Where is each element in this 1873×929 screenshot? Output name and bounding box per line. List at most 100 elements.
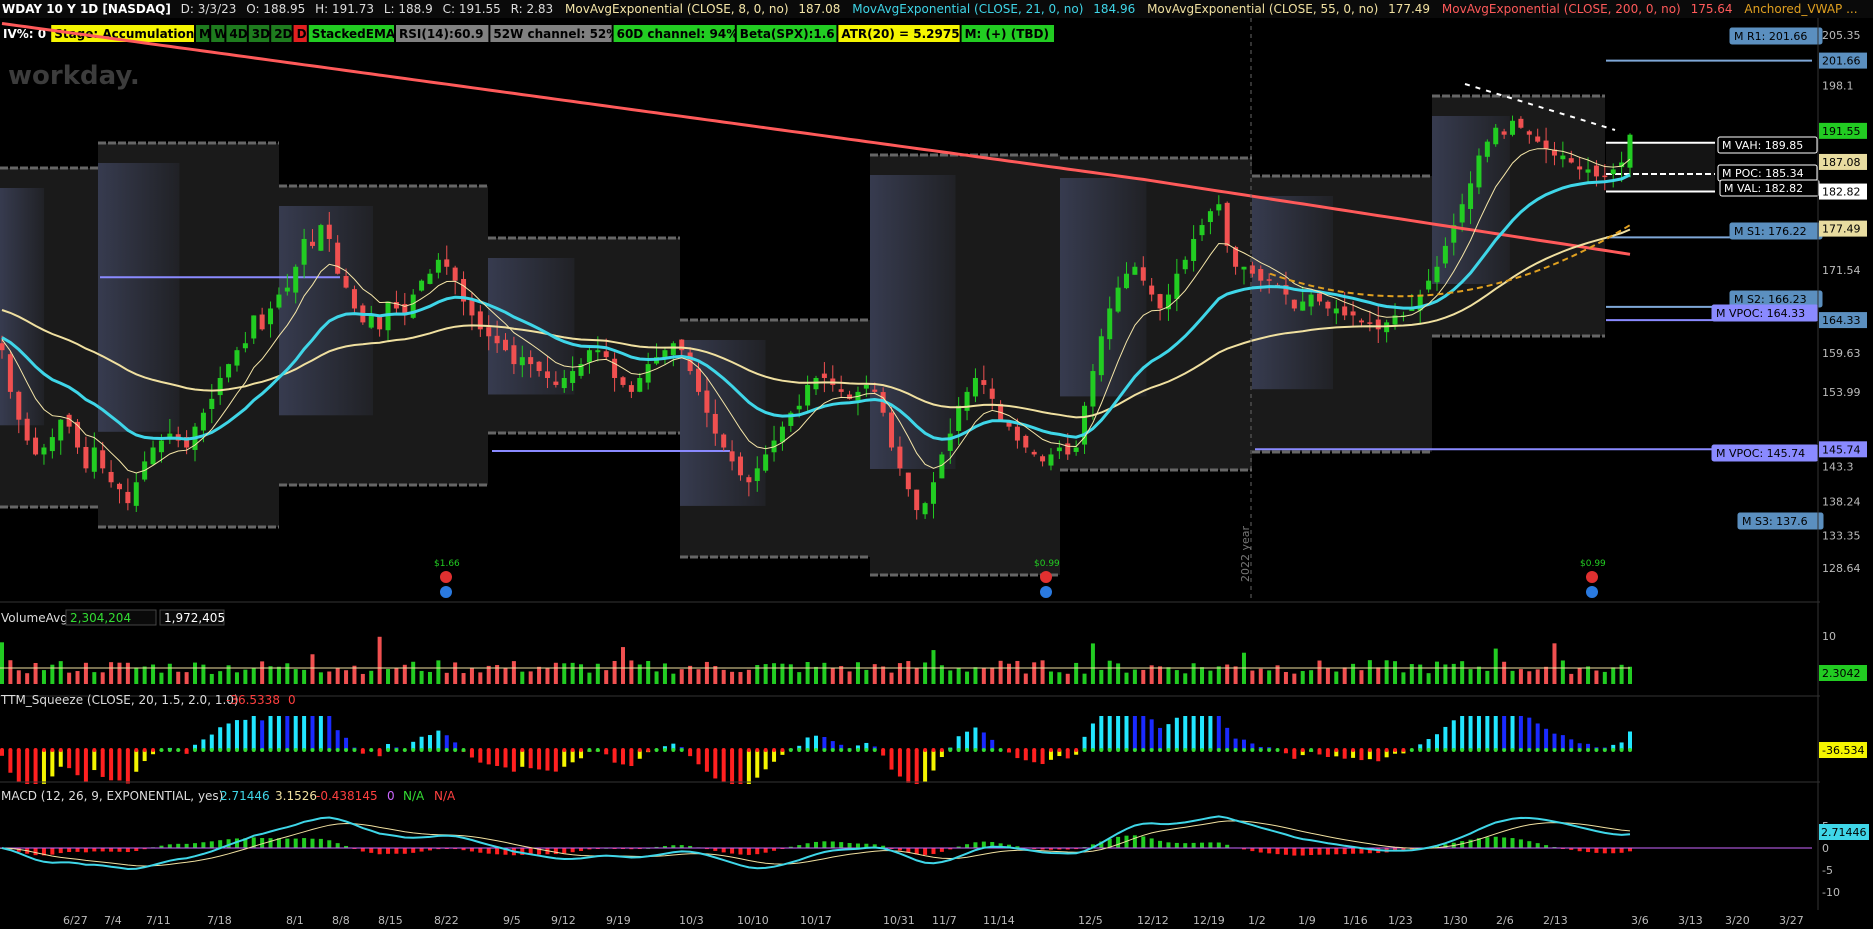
squeeze-dot: [864, 748, 869, 752]
study-ema200-value: 175.64: [1691, 2, 1733, 16]
squeeze-bar: [302, 716, 307, 750]
status-badge[interactable]: StackedEMAs: [312, 27, 403, 41]
candle-body: [1291, 299, 1297, 309]
date-tick-label: 8/8: [332, 914, 350, 927]
macd-histogram-bar: [67, 848, 72, 852]
macd-histogram-bar: [847, 843, 852, 848]
volume-bar: [772, 663, 777, 684]
time-axis[interactable]: 6/27 7/4 7/11 7/18 8/1 8/8 8/15 8/22 9/5 9/12 9/19…: [63, 914, 1804, 927]
macd-histogram-bar: [33, 848, 38, 856]
volume-bar: [1057, 672, 1062, 684]
level-label: M VPOC: 164.33: [1716, 307, 1805, 320]
volume-bar: [872, 664, 877, 684]
candle-body: [1040, 456, 1046, 462]
candle-body: [7, 354, 13, 392]
squeeze-title[interactable]: TTM_Squeeze (CLOSE, 20, 1.5, 2.0, 1.0): [0, 693, 239, 707]
volume-bar: [973, 667, 978, 684]
status-badge[interactable]: 60D channel: 94%: [617, 27, 739, 41]
squeeze-dot: [318, 748, 323, 752]
candle-body: [914, 489, 920, 511]
squeeze-bar: [327, 716, 332, 750]
status-badge[interactable]: M: [199, 27, 211, 41]
candle-body: [343, 276, 349, 288]
volume-bar: [377, 636, 382, 684]
macd-histogram-bar: [495, 848, 500, 855]
symbol-label[interactable]: WDAY 10 Y 1D [NASDAQ]: [2, 2, 171, 16]
status-badge[interactable]: 52W channel: 52%: [493, 27, 618, 41]
squeeze-dot: [478, 748, 483, 752]
volume-bar: [318, 672, 323, 684]
status-badge[interactable]: M: (+) (TBD): [965, 27, 1049, 41]
dividend-icon[interactable]: [440, 586, 452, 598]
date-tick-label: 1/2: [1248, 914, 1266, 927]
volume-bar: [981, 668, 986, 684]
macd-header: MACD (12, 26, 9, EXPONENTIAL, yes) 2.714…: [1, 789, 456, 803]
earnings-icon[interactable]: [1040, 571, 1052, 583]
date-tick-label: 2/6: [1496, 914, 1514, 927]
volume-bar: [553, 662, 558, 684]
candle-body: [897, 446, 903, 469]
macd-histogram-bar: [268, 838, 273, 848]
study-ema200-label[interactable]: MovAvgExponential (CLOSE, 200, 0, no): [1442, 2, 1681, 16]
macd-histogram-bar: [327, 840, 332, 848]
volume-header: VolumeAvg (50) 2,304,204 1,972,405: [1, 609, 225, 626]
volume-bar: [679, 669, 684, 684]
squeeze-dot: [386, 748, 391, 752]
volume-bar: [511, 661, 516, 684]
status-badge[interactable]: 4D: [229, 27, 247, 41]
squeeze-dot: [587, 748, 592, 752]
candle-body: [326, 224, 332, 239]
candle-body: [1224, 202, 1230, 246]
volume-bar: [218, 671, 223, 684]
status-badge[interactable]: RSI(14):60.9: [399, 27, 483, 41]
earnings-icon[interactable]: [440, 571, 452, 583]
volume-bar: [1082, 673, 1087, 684]
squeeze-dot: [1544, 748, 1549, 752]
volume-bar: [797, 672, 802, 684]
volume-bar: [1468, 669, 1473, 684]
candle-body: [645, 364, 651, 383]
status-badge[interactable]: W: [214, 27, 227, 41]
macd-title[interactable]: MACD (12, 26, 9, EXPONENTIAL, yes): [1, 789, 223, 803]
status-badge[interactable]: 2D: [274, 27, 292, 41]
study-ema8-label[interactable]: MovAvgExponential (CLOSE, 8, 0, no): [565, 2, 789, 16]
squeeze-dot: [218, 748, 223, 752]
volume-profile: [680, 340, 766, 506]
date-tick-label: 1/16: [1343, 914, 1368, 927]
status-badge[interactable]: Beta(SPX):1.6: [740, 27, 835, 41]
squeeze-dot: [1451, 748, 1456, 752]
study-ema55-label[interactable]: MovAvgExponential (CLOSE, 55, 0, no): [1147, 2, 1378, 16]
candle-body: [712, 413, 718, 434]
earnings-icon[interactable]: [1586, 571, 1598, 583]
status-badge[interactable]: D: [297, 27, 307, 41]
volume-bar: [1502, 661, 1507, 684]
status-badge[interactable]: 3D: [252, 27, 270, 41]
candle-body: [1207, 211, 1213, 223]
volume-bar: [285, 663, 290, 684]
candle-body: [1325, 301, 1331, 309]
study-ema21-label[interactable]: MovAvgExponential (CLOSE, 21, 0, no): [852, 2, 1083, 16]
squeeze-bar: [318, 716, 323, 750]
status-badge[interactable]: ATR(20) = 5.2975: [841, 27, 959, 41]
candle-body: [58, 419, 64, 441]
price-axis[interactable]: 205.35 198.1 171.54 159.63 153.99 143.3 138.24…: [1822, 29, 1861, 575]
squeeze-dot: [1141, 748, 1146, 752]
volume-bar: [763, 664, 768, 684]
candle-body: [696, 368, 702, 392]
macd-histogram-bar: [855, 843, 860, 848]
squeeze-bar: [427, 735, 432, 750]
dividend-icon[interactable]: [1586, 586, 1598, 598]
squeeze-dot: [990, 748, 995, 752]
squeeze-bar: [746, 750, 751, 784]
candle-body: [226, 364, 232, 378]
study-vwap-label[interactable]: Anchored_VWAP ...: [1744, 2, 1857, 16]
squeeze-dot: [151, 748, 156, 752]
squeeze-dot: [260, 748, 265, 752]
squeeze-dot: [1325, 748, 1330, 752]
squeeze-dot: [184, 748, 189, 752]
squeeze-dot: [763, 748, 768, 752]
squeeze-dot: [713, 748, 718, 752]
squeeze-dot: [1393, 748, 1398, 752]
candle-body: [863, 384, 869, 389]
dividend-icon[interactable]: [1040, 586, 1052, 598]
